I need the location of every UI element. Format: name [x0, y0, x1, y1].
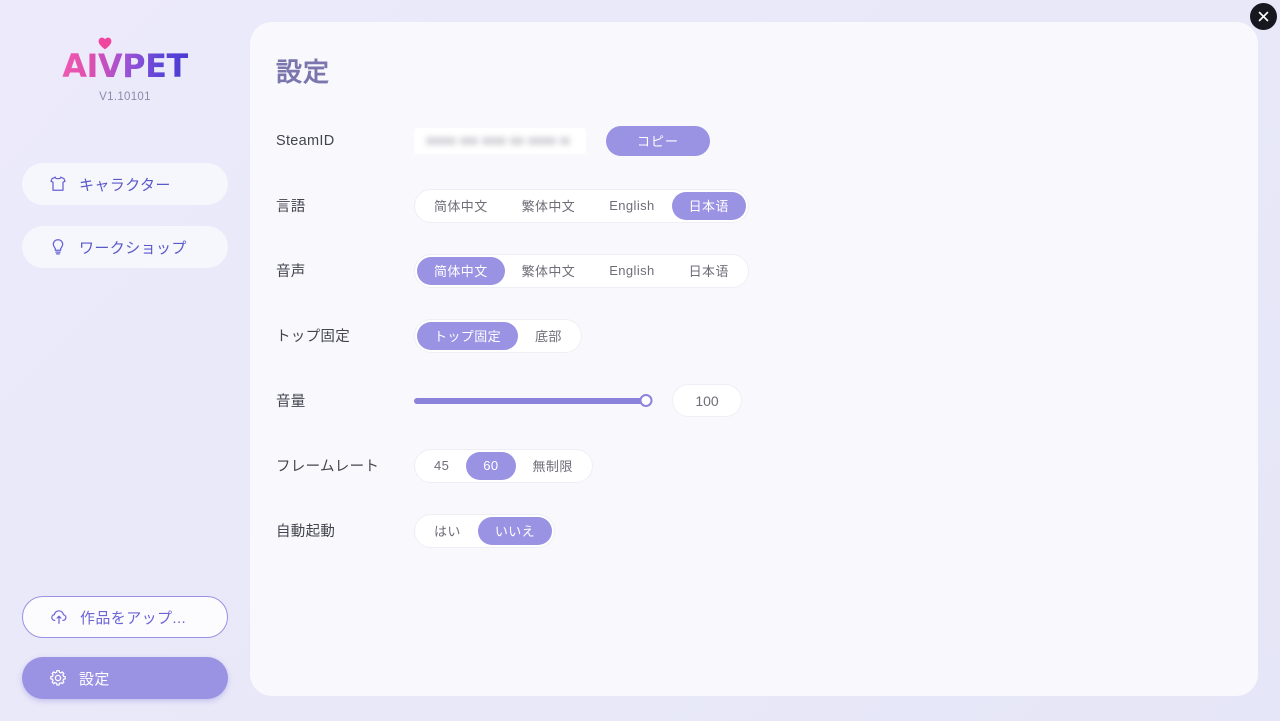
language-option[interactable]: 日本语: [671, 191, 746, 220]
close-button[interactable]: [1250, 3, 1277, 30]
gear-icon: [48, 669, 67, 688]
framerate-option[interactable]: 45: [417, 452, 466, 480]
voice-option[interactable]: 繁体中文: [505, 257, 593, 285]
setting-row-framerate: フレームレート 45 60 無制限: [276, 433, 1234, 498]
volume-value-field[interactable]: 100: [672, 384, 742, 417]
setting-row-volume: 音量 100: [276, 368, 1234, 433]
upload-work-button[interactable]: 作品をアップ...: [22, 596, 228, 638]
volume-slider-thumb[interactable]: [639, 394, 653, 407]
logo-text: AIVPET: [62, 47, 188, 85]
language-label: 言語: [276, 199, 306, 215]
sidebar-item-workshop[interactable]: ワークショップ: [22, 226, 228, 268]
app-root: AIVPET V1.10101 キャラクター ワークショップ 作品をアップ...…: [0, 0, 1280, 721]
volume-slider[interactable]: [414, 390, 653, 412]
pin-label: トップ固定: [276, 329, 350, 345]
autostart-option[interactable]: いいえ: [477, 516, 553, 545]
sidebar: AIVPET V1.10101 キャラクター ワークショップ 作品をアップ...…: [0, 0, 250, 721]
pin-control: トップ固定 底部: [414, 318, 582, 353]
sidebar-item-label: キャラクター: [79, 176, 171, 194]
tshirt-icon: [48, 175, 67, 194]
framerate-label: フレームレート: [276, 459, 380, 475]
sidebar-bottom-actions: 作品をアップ... 設定: [22, 577, 228, 699]
steamid-value: [414, 127, 586, 154]
heart-icon: [98, 37, 112, 50]
sidebar-nav: キャラクター ワークショップ: [22, 163, 228, 289]
autostart-control: はい いいえ: [414, 513, 556, 548]
lightbulb-icon: [48, 238, 67, 257]
voice-option[interactable]: 日本语: [672, 257, 746, 285]
voice-option[interactable]: 简体中文: [417, 256, 505, 285]
page-title: 設定: [276, 57, 331, 87]
upload-cloud-icon: [49, 608, 68, 627]
volume-control: 100: [414, 384, 742, 417]
setting-row-pin: トップ固定 トップ固定 底部: [276, 303, 1234, 368]
framerate-option[interactable]: 60: [466, 451, 516, 480]
voice-control: 简体中文 繁体中文 English 日本语: [414, 253, 749, 288]
voice-label: 音声: [276, 264, 306, 280]
app-version: V1.10101: [99, 91, 151, 103]
settings-panel: 設定 SteamID コピー 言語 简体中文 繁体中文 English 日本语 …: [250, 22, 1258, 696]
pin-option[interactable]: 底部: [518, 322, 579, 350]
language-option[interactable]: 繁体中文: [505, 192, 593, 220]
voice-option[interactable]: English: [592, 257, 671, 285]
autostart-label: 自動起動: [276, 524, 336, 540]
app-logo: AIVPET: [62, 37, 188, 85]
autostart-segmented-control[interactable]: はい いいえ: [414, 513, 556, 548]
setting-row-language: 言語 简体中文 繁体中文 English 日本语: [276, 173, 1234, 238]
steamid-label: SteamID: [276, 132, 335, 149]
language-option[interactable]: 简体中文: [417, 192, 505, 220]
volume-label: 音量: [276, 394, 306, 410]
framerate-control: 45 60 無制限: [414, 448, 593, 483]
brand-block: AIVPET V1.10101: [0, 37, 250, 103]
autostart-option[interactable]: はい: [417, 517, 478, 545]
voice-segmented-control[interactable]: 简体中文 繁体中文 English 日本语: [414, 253, 749, 288]
framerate-segmented-control[interactable]: 45 60 無制限: [414, 448, 593, 483]
language-control: 简体中文 繁体中文 English 日本语: [414, 188, 749, 223]
settings-rows: SteamID コピー 言語 简体中文 繁体中文 English 日本语 音声 …: [276, 108, 1234, 563]
steamid-control: コピー: [414, 125, 710, 156]
language-option[interactable]: English: [592, 192, 671, 220]
volume-slider-fill: [414, 397, 646, 404]
copy-steamid-button[interactable]: コピー: [606, 125, 710, 156]
sidebar-item-label: ワークショップ: [79, 239, 187, 257]
pin-option[interactable]: トップ固定: [417, 321, 519, 350]
framerate-option[interactable]: 無制限: [516, 452, 590, 480]
pin-segmented-control[interactable]: トップ固定 底部: [414, 318, 582, 353]
close-icon: [1258, 11, 1269, 22]
setting-row-voice: 音声 简体中文 繁体中文 English 日本语: [276, 238, 1234, 303]
language-segmented-control[interactable]: 简体中文 繁体中文 English 日本语: [414, 188, 749, 223]
settings-button[interactable]: 設定: [22, 657, 228, 699]
setting-row-steamid: SteamID コピー: [276, 108, 1234, 173]
settings-label: 設定: [79, 670, 110, 688]
upload-work-label: 作品をアップ...: [80, 609, 187, 627]
setting-row-autostart: 自動起動 はい いいえ: [276, 498, 1234, 563]
sidebar-item-character[interactable]: キャラクター: [22, 163, 228, 205]
